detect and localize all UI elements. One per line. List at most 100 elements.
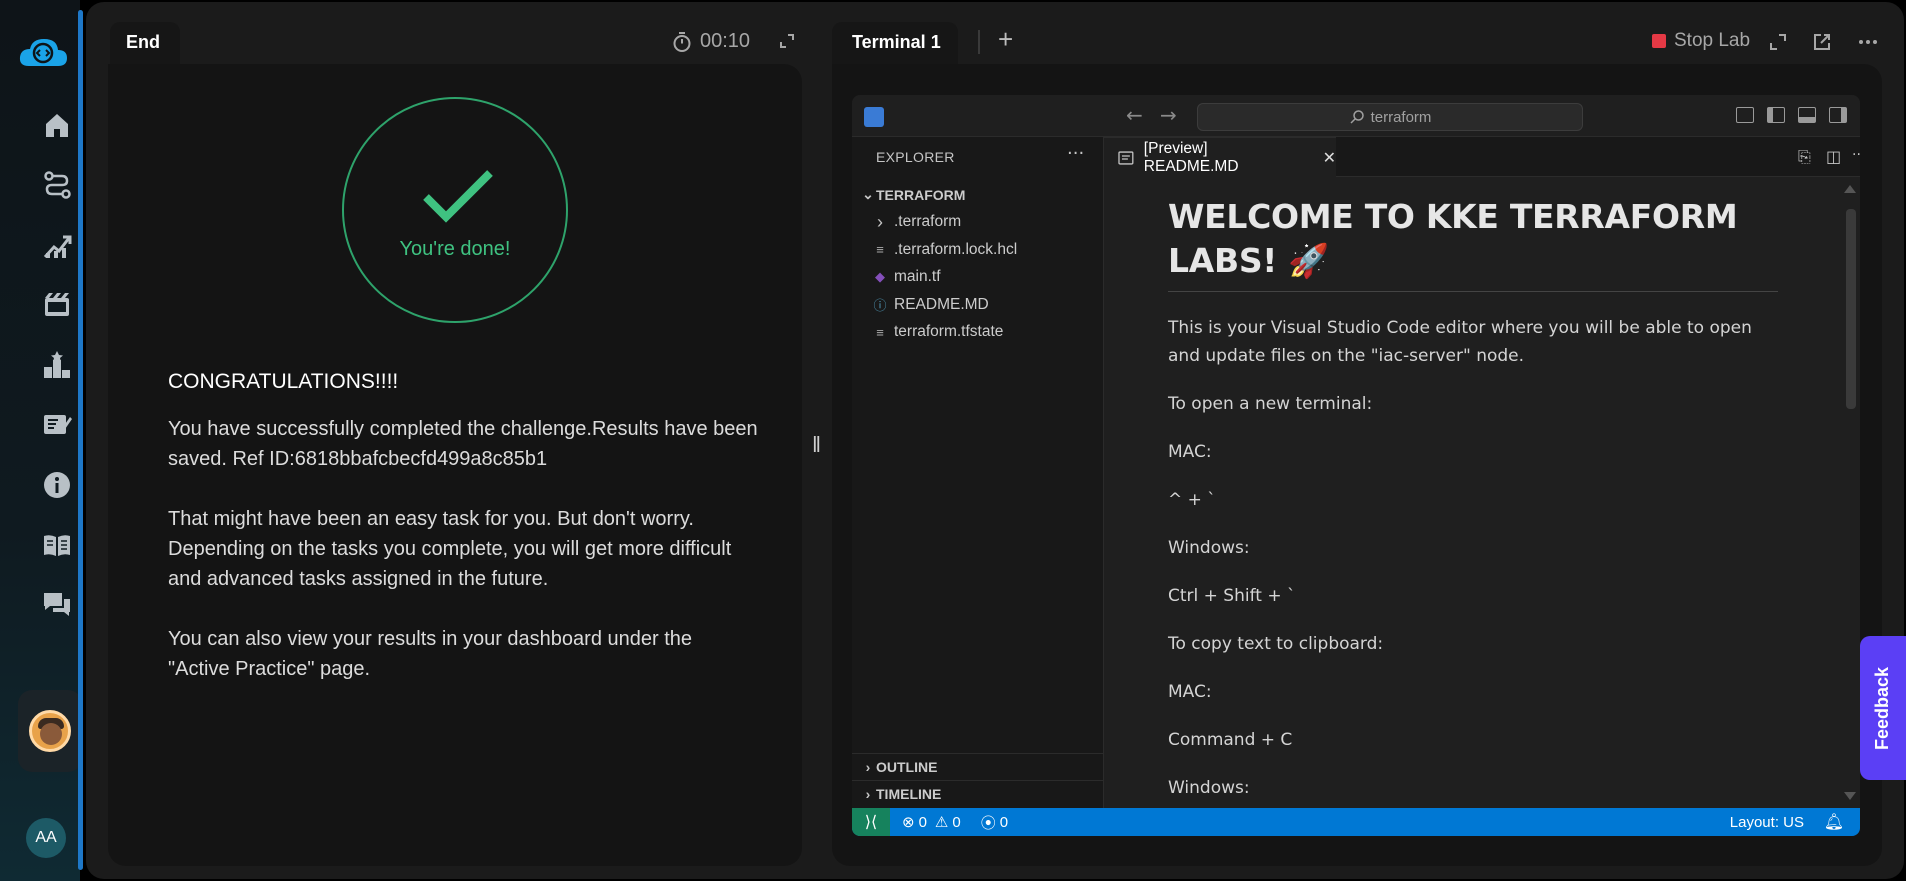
info-paragraph: That might have been an easy task for yo…: [168, 508, 732, 590]
vscode-window: ← → terraform EXPLORER ··· ⌄ TERRAFORM ›.…: [852, 95, 1860, 836]
problems-status[interactable]: ⊗ 0 ⚠ 0: [902, 813, 961, 832]
editor-tab-label: [Preview] README.MD: [1143, 139, 1239, 175]
chevron-right-icon: ›: [865, 786, 871, 802]
scrollbar-thumb[interactable]: [1846, 209, 1856, 409]
avatar-card[interactable]: [18, 690, 82, 772]
scroll-down-arrow[interactable]: [1844, 792, 1856, 800]
feedback-label: Feedback: [1872, 666, 1893, 750]
doc-line: To open a new terminal:: [1168, 394, 1373, 414]
outline-label: OUTLINE: [876, 759, 938, 775]
tab-terminal-1[interactable]: Terminal 1: [832, 22, 958, 66]
ports-status[interactable]: ⦿ 0: [981, 812, 1008, 833]
preview-icon: [1118, 150, 1134, 165]
doc-line: Command + C: [1168, 730, 1293, 750]
warning-count: 0: [952, 813, 961, 831]
tree-item-terraform-dir[interactable]: › .terraform: [852, 209, 1104, 237]
search-text: terraform: [1370, 108, 1432, 126]
root-folder-label: TERRAFORM: [876, 186, 966, 203]
tree-item-readme[interactable]: ⓘ README.MD: [852, 291, 1104, 319]
remote-icon[interactable]: ⟩⟨: [852, 808, 890, 836]
tab-readme-preview[interactable]: [Preview] README.MD ✕: [1104, 137, 1336, 177]
stop-icon: [1652, 34, 1666, 48]
more-icon[interactable]: [1858, 32, 1878, 52]
tree-item-label: .terraform: [894, 213, 962, 231]
error-count: 0: [918, 813, 927, 831]
timeline-label: TIMELINE: [876, 786, 942, 802]
open-source-icon[interactable]: ⎘: [1798, 147, 1816, 166]
toggle-secondary-sidebar-icon[interactable]: [1829, 107, 1847, 123]
user-initials[interactable]: AA: [26, 818, 66, 858]
command-search[interactable]: terraform: [1197, 103, 1583, 131]
doc-line: Ctrl + Shift + `: [1168, 586, 1296, 606]
app-sidebar: AA: [0, 0, 83, 881]
dashboard-paragraph: You can also view your results in your d…: [168, 628, 693, 680]
tree-item-lock-file[interactable]: ≡ .terraform.lock.hcl: [852, 236, 1104, 264]
leaderboard-icon[interactable]: [40, 348, 74, 382]
file-tree: ⌄ TERRAFORM › .terraform ≡ .terraform.lock.…: [852, 181, 1104, 346]
tree-item-main-tf[interactable]: ◆ main.tf: [852, 264, 1104, 292]
expand-icon[interactable]: [778, 32, 796, 50]
expand-icon[interactable]: [1768, 32, 1788, 52]
congrats-heading: CONGRATULATIONS!!!!: [168, 370, 399, 393]
outline-section[interactable]: › OUTLINE: [852, 753, 1104, 780]
home-icon[interactable]: [40, 108, 74, 142]
chevron-down-icon: ⌄: [862, 186, 874, 203]
progress-icon[interactable]: [40, 228, 74, 262]
error-icon: ⊗: [902, 814, 915, 831]
info-icon[interactable]: [40, 468, 74, 502]
root-folder[interactable]: ⌄ TERRAFORM: [852, 181, 1104, 209]
chat-icon[interactable]: [40, 588, 74, 622]
panel-splitter[interactable]: ‖: [812, 432, 821, 458]
sidebar-divider: [78, 10, 83, 870]
add-tab-button[interactable]: +: [998, 24, 1013, 55]
doc-line: Windows:: [1168, 538, 1250, 558]
customize-layout-icon[interactable]: [1736, 107, 1754, 123]
explorer-sidebar: EXPLORER ··· ⌄ TERRAFORM › .terraform ≡ .te…: [852, 137, 1104, 808]
toggle-panel-icon[interactable]: [1798, 107, 1816, 123]
terraform-icon: ◆: [875, 269, 885, 285]
logo-icon[interactable]: [17, 36, 69, 72]
video-icon[interactable]: [40, 288, 74, 322]
timeline-section[interactable]: › TIMELINE: [852, 780, 1104, 807]
explorer-more-button[interactable]: ···: [1067, 143, 1084, 164]
feedback-button[interactable]: Feedback: [1860, 636, 1906, 780]
search-icon: [1350, 110, 1364, 124]
toggle-sidebar-icon[interactable]: [1767, 107, 1785, 123]
forward-icon[interactable]: →: [1160, 103, 1177, 127]
split-editor-icon[interactable]: ◫: [1826, 147, 1844, 166]
check-icon: [423, 170, 493, 223]
tab-end[interactable]: End: [110, 22, 180, 66]
bell-icon[interactable]: 🔔︎: [1824, 812, 1844, 832]
tree-item-label: main.tf: [894, 268, 941, 286]
doc-line: ^ + `: [1168, 490, 1216, 510]
keyboard-layout[interactable]: Layout: US: [1730, 814, 1804, 831]
vscode-titlebar: ← → terraform: [852, 95, 1860, 137]
doc-line: MAC:: [1168, 682, 1212, 702]
book-icon[interactable]: [40, 528, 74, 562]
stopwatch-icon: [673, 31, 691, 52]
result-paragraph: You have successfully completed the chal…: [168, 418, 758, 470]
stop-lab-label: Stop Lab: [1674, 30, 1751, 51]
timer-value: 00:10: [700, 30, 751, 52]
avatar[interactable]: [29, 710, 71, 752]
editor-tabs: [Preview] README.MD ✕ ⎘ ◫ ···: [1104, 137, 1860, 177]
tree-item-tfstate[interactable]: ≡ terraform.tfstate: [852, 319, 1104, 347]
close-icon[interactable]: ✕: [1323, 148, 1336, 168]
ports-count: 0: [999, 813, 1009, 831]
broadcast-icon: ⦿: [980, 814, 996, 832]
file-lines-icon: ≡: [876, 324, 884, 340]
vscode-menu-icon[interactable]: [864, 107, 884, 127]
open-external-icon[interactable]: [1812, 32, 1832, 52]
doc-line: Windows:: [1168, 778, 1250, 798]
path-icon[interactable]: [40, 168, 74, 202]
scroll-up-arrow[interactable]: [1844, 185, 1856, 193]
notes-icon[interactable]: [40, 408, 74, 442]
file-lines-icon: ≡: [876, 242, 884, 258]
stop-lab-button[interactable]: Stop Lab: [1652, 30, 1750, 52]
chevron-right-icon: ›: [877, 211, 883, 232]
back-icon[interactable]: ←: [1126, 103, 1143, 127]
doc-title: WELCOME TO KKE TERRAFORM LABS! 🚀: [1168, 177, 1778, 292]
more-actions-icon[interactable]: ···: [1852, 147, 1860, 165]
timer: 00:10: [672, 30, 750, 53]
doc-line: To copy text to clipboard:: [1168, 634, 1384, 654]
